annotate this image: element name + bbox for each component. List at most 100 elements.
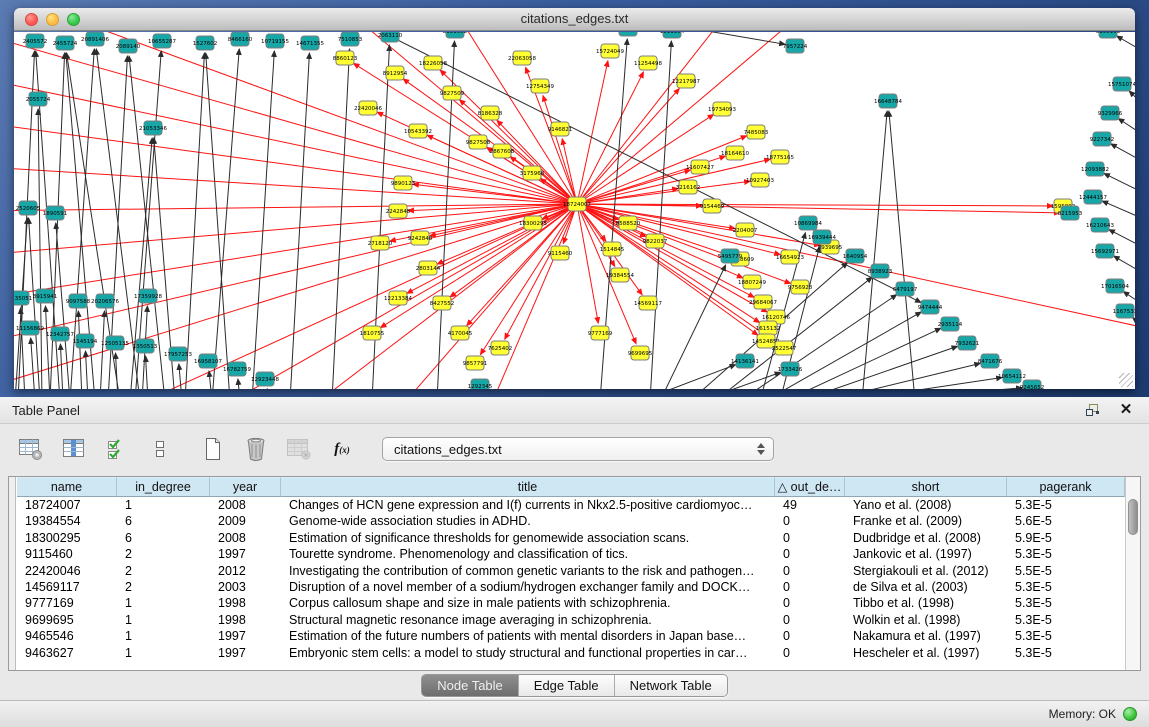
table-cell[interactable]: 2009 — [210, 513, 281, 529]
table-row[interactable]: 2242004622012Investigating the contribut… — [17, 563, 1125, 579]
table-cell[interactable]: 2 — [117, 546, 210, 562]
delete-table-button-disabled[interactable] — [284, 435, 314, 463]
tab-network-table[interactable]: Network Table — [615, 675, 727, 696]
table-cell[interactable]: Corpus callosum shape and size in male p… — [281, 595, 775, 611]
table-cell[interactable]: 1998 — [210, 595, 281, 611]
table-cell[interactable]: Changes of HCN gene expression and I(f) … — [281, 497, 775, 513]
table-row[interactable]: 977716911998Corpus callosum shape and si… — [17, 595, 1125, 611]
table-cell[interactable]: 6 — [117, 530, 210, 546]
table-cell[interactable]: 0 — [775, 628, 845, 644]
table-cell[interactable]: Franke et al. (2009) — [845, 513, 1007, 529]
table-cell[interactable]: 2012 — [210, 563, 281, 579]
table-cell[interactable]: 1 — [117, 628, 210, 644]
function-builder-button[interactable]: f(x) — [327, 435, 357, 463]
row-options-button[interactable] — [145, 435, 175, 463]
table-cell[interactable]: Stergiakouli et al. (2012) — [845, 563, 1007, 579]
table-cell[interactable]: 9115460 — [17, 546, 117, 562]
table-cell[interactable]: Tourette syndrome. Phenomenology and cla… — [281, 546, 775, 562]
select-all-columns-button[interactable] — [102, 435, 132, 463]
table-cell[interactable]: Genome-wide association studies in ADHD. — [281, 513, 775, 529]
table-cell[interactable]: Structural magnetic resonance image aver… — [281, 612, 775, 628]
table-cell[interactable]: 9465546 — [17, 628, 117, 644]
tab-node-table[interactable]: Node Table — [422, 675, 519, 696]
table-cell[interactable]: 1998 — [210, 612, 281, 628]
tab-edge-table[interactable]: Edge Table — [519, 675, 615, 696]
window-titlebar[interactable]: citations_edges.txt — [14, 8, 1135, 31]
table-cell[interactable]: Disruption of a novel member of a sodium… — [281, 579, 775, 595]
table-cell[interactable]: 18724007 — [17, 497, 117, 513]
table-cell[interactable]: 2003 — [210, 579, 281, 595]
table-cell[interactable]: Tibbo et al. (1998) — [845, 595, 1007, 611]
table-cell[interactable]: 2008 — [210, 530, 281, 546]
table-cell[interactable]: Wolkin et al. (1998) — [845, 612, 1007, 628]
table-cell[interactable]: 0 — [775, 645, 845, 661]
table-cell[interactable]: 0 — [775, 579, 845, 595]
table-cell[interactable]: 2008 — [210, 497, 281, 513]
column-header-0[interactable]: name — [17, 477, 117, 497]
table-row[interactable]: 911546021997Tourette syndrome. Phenomeno… — [17, 546, 1125, 562]
table-cell[interactable]: Embryonic stem cells: a model to study s… — [281, 645, 775, 661]
table-cell[interactable]: Hescheler et al. (1997) — [845, 645, 1007, 661]
table-row[interactable]: 1456911722003Disruption of a novel membe… — [17, 579, 1125, 595]
table-cell[interactable]: 0 — [775, 530, 845, 546]
table-cell[interactable]: 1997 — [210, 645, 281, 661]
float-panel-icon[interactable] — [1083, 402, 1101, 418]
column-header-1[interactable]: in_degree — [117, 477, 210, 497]
table-cell[interactable]: 0 — [775, 563, 845, 579]
new-table-button[interactable] — [198, 435, 228, 463]
table-cell[interactable]: 5.3E-5 — [1007, 628, 1125, 644]
table-cell[interactable]: 1 — [117, 497, 210, 513]
table-cell[interactable]: 0 — [775, 546, 845, 562]
table-cell[interactable]: Estimation of significance thresholds fo… — [281, 530, 775, 546]
table-cell[interactable]: 9463627 — [17, 645, 117, 661]
table-row[interactable]: 1938455462009Genome-wide association stu… — [17, 513, 1125, 529]
table-cell[interactable]: 5.3E-5 — [1007, 579, 1125, 595]
table-cell[interactable]: 2 — [117, 563, 210, 579]
table-cell[interactable]: 2 — [117, 579, 210, 595]
close-window-button[interactable] — [25, 13, 38, 26]
scrollbar-thumb[interactable] — [1128, 499, 1138, 535]
column-header-6[interactable]: pagerank — [1007, 477, 1125, 497]
table-cell[interactable]: 49 — [775, 497, 845, 513]
table-cell[interactable]: 1997 — [210, 546, 281, 562]
close-panel-icon[interactable]: ✕ — [1117, 402, 1135, 418]
delete-rows-trash-button[interactable] — [241, 435, 271, 463]
table-cell[interactable]: de Silva et al. (2003) — [845, 579, 1007, 595]
resize-grip[interactable] — [1119, 373, 1133, 387]
table-cell[interactable]: 22420046 — [17, 563, 117, 579]
table-row[interactable]: 946362711997Embryonic stem cells: a mode… — [17, 645, 1125, 661]
table-cell[interactable]: 14569117 — [17, 579, 117, 595]
vertical-scrollbar[interactable] — [1125, 477, 1140, 670]
table-cell[interactable]: 9777169 — [17, 595, 117, 611]
table-row[interactable]: 946554611997Estimation of the future num… — [17, 628, 1125, 644]
column-header-4[interactable]: △ out_de… — [775, 477, 845, 497]
table-cell[interactable]: 5.5E-5 — [1007, 563, 1125, 579]
table-cell[interactable]: 5.3E-5 — [1007, 645, 1125, 661]
table-cell[interactable]: Nakamura et al. (1997) — [845, 628, 1007, 644]
table-row[interactable]: 969969511998Structural magnetic resonanc… — [17, 612, 1125, 628]
table-cell[interactable]: 1 — [117, 612, 210, 628]
table-selector-dropdown[interactable]: citations_edges.txt — [382, 437, 774, 461]
table-cell[interactable]: 1 — [117, 595, 210, 611]
column-header-2[interactable]: year — [210, 477, 281, 497]
table-cell[interactable]: 5.3E-5 — [1007, 612, 1125, 628]
table-cell[interactable]: 19384554 — [17, 513, 117, 529]
table-cell[interactable]: 9699695 — [17, 612, 117, 628]
table-row[interactable]: 1872400712008Changes of HCN gene express… — [17, 497, 1125, 513]
table-cell[interactable]: Dudbridge et al. (2008) — [845, 530, 1007, 546]
table-cell[interactable]: Investigating the contribution of common… — [281, 563, 775, 579]
column-header-3[interactable]: title — [281, 477, 775, 497]
table-cell[interactable]: 5.6E-5 — [1007, 513, 1125, 529]
table-cell[interactable]: 6 — [117, 513, 210, 529]
zoom-window-button[interactable] — [67, 13, 80, 26]
table-row[interactable]: 1830029562008Estimation of significance … — [17, 530, 1125, 546]
select-column-button[interactable] — [59, 435, 89, 463]
table-cell[interactable]: Estimation of the future numbers of pati… — [281, 628, 775, 644]
table-cell[interactable]: 0 — [775, 612, 845, 628]
table-cell[interactable]: Yano et al. (2008) — [845, 497, 1007, 513]
table-cell[interactable]: 1 — [117, 645, 210, 661]
minimize-window-button[interactable] — [46, 13, 59, 26]
table-cell[interactable]: 1997 — [210, 628, 281, 644]
table-cell[interactable]: 18300295 — [17, 530, 117, 546]
table-cell[interactable]: Jankovic et al. (1997) — [845, 546, 1007, 562]
